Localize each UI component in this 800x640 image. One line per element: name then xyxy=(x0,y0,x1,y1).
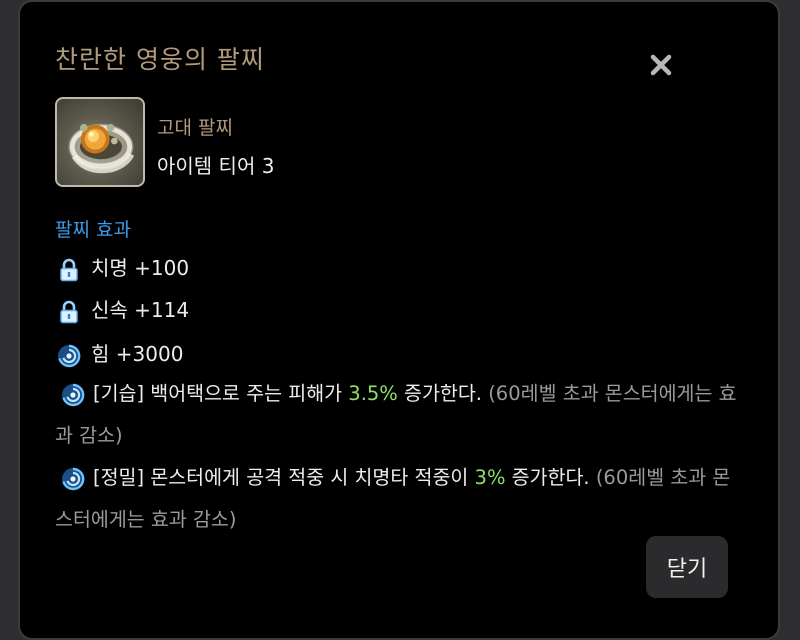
special-effect-ambush: [기습] 백어택으로 주는 피해가 3.5% 증가한다. (60레벨 초과 몬스… xyxy=(55,373,745,457)
item-tier: 아이템 티어 3 xyxy=(157,154,275,178)
swirl-icon xyxy=(59,465,87,493)
close-icon[interactable] xyxy=(648,52,674,78)
effect-text-after: 증가한다. xyxy=(397,382,489,405)
stat-line-swift: 신속 +114 xyxy=(55,294,189,326)
stat-text: 치명 +100 xyxy=(91,256,190,280)
stat-line-crit: 치명 +100 xyxy=(55,252,189,284)
special-effect-precision: [정밀] 몬스터에게 공격 적중 시 치명타 적중이 3% 증가한다. (60레… xyxy=(55,457,745,541)
stat-text: 신속 +114 xyxy=(91,298,190,322)
bracelet-icon xyxy=(55,97,145,187)
stat-line-str: 힘 +3000 xyxy=(55,338,183,370)
effect-text: [기습] 백어택으로 주는 피해가 xyxy=(93,382,349,405)
swirl-icon xyxy=(59,381,87,409)
effect-value: 3% xyxy=(474,466,506,489)
close-button[interactable]: 닫기 xyxy=(646,536,728,598)
effects-section-title: 팔찌 효과 xyxy=(55,219,131,241)
lock-icon xyxy=(55,256,83,284)
dialog-title: 찬란한 영웅의 팔찌 xyxy=(55,45,265,74)
item-grade: 고대 팔찌 xyxy=(157,117,233,139)
swirl-icon xyxy=(55,342,83,370)
effect-text: [정밀] 몬스터에게 공격 적중 시 치명타 적중이 xyxy=(93,466,475,489)
stat-text: 힘 +3000 xyxy=(91,342,184,366)
effect-text-after: 증가한다. xyxy=(505,466,596,489)
effect-value: 3.5% xyxy=(348,382,398,405)
lock-icon xyxy=(55,298,83,326)
